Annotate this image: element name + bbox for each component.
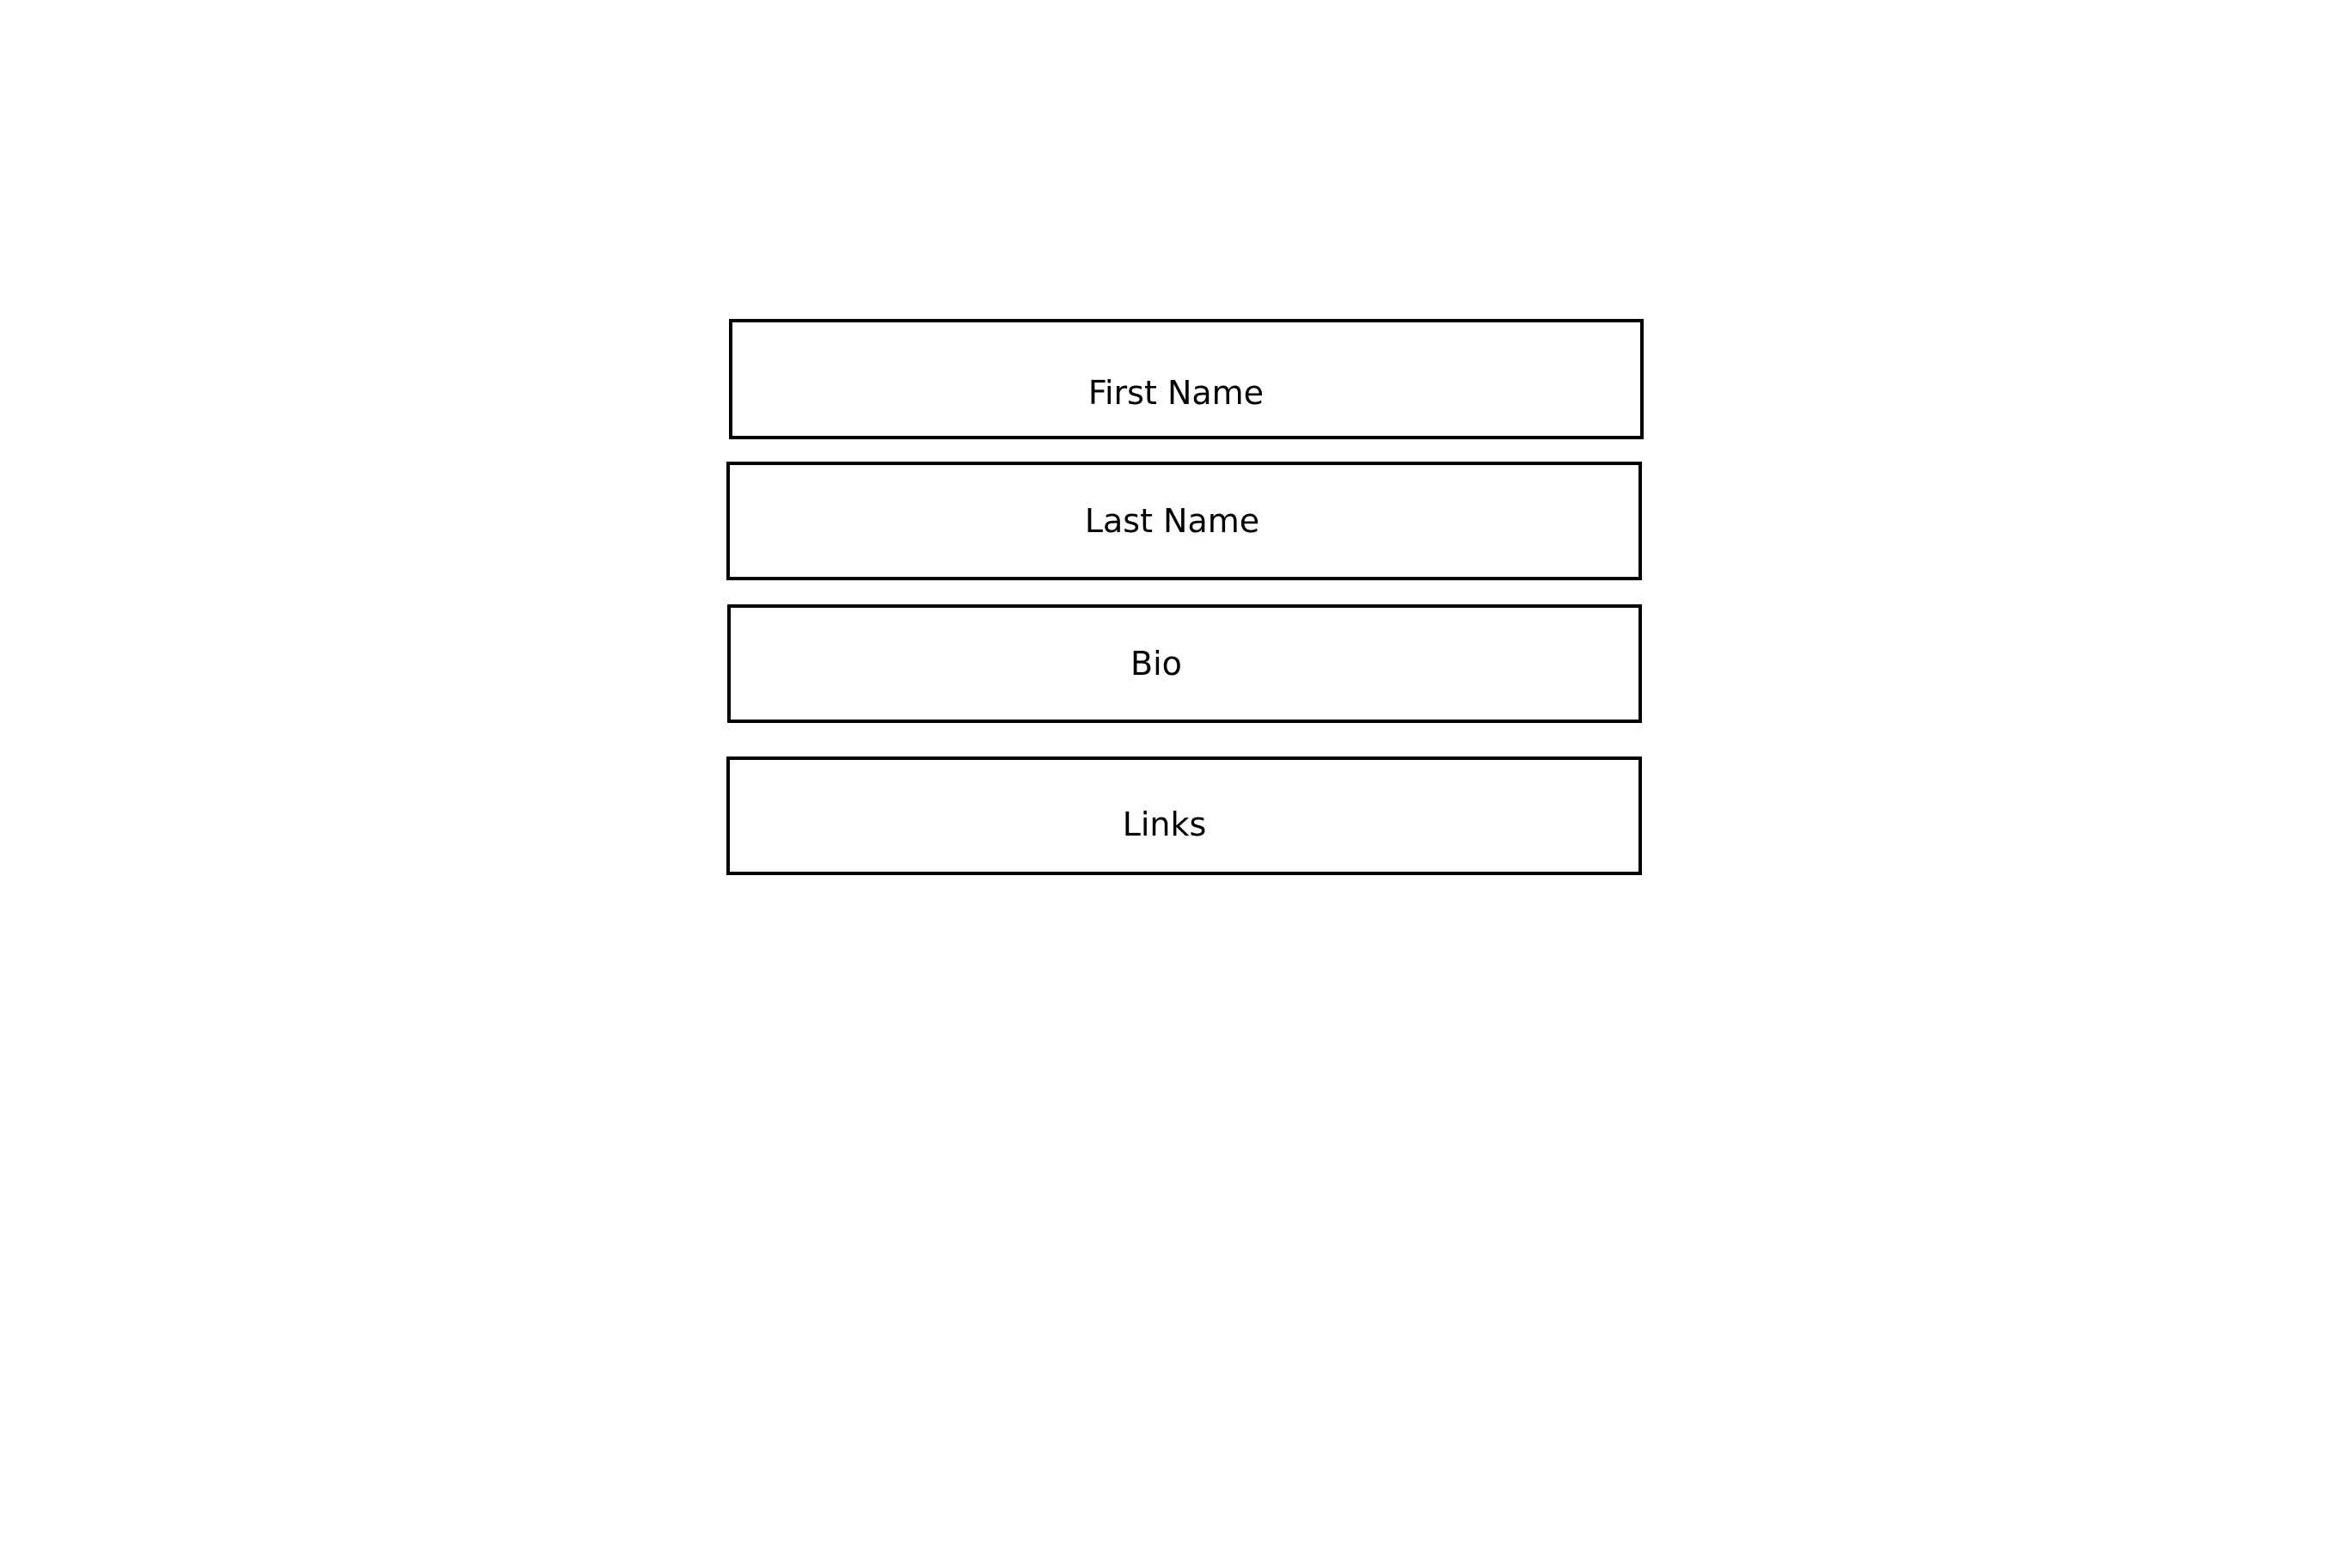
- links-field[interactable]: Links: [726, 756, 1642, 875]
- last-name-label: Last Name: [1084, 502, 1260, 540]
- bio-field[interactable]: Bio: [727, 604, 1642, 723]
- first-name-label: First Name: [1087, 374, 1265, 412]
- last-name-field[interactable]: Last Name: [726, 462, 1642, 580]
- first-name-field[interactable]: First Name: [729, 319, 1644, 439]
- links-label: Links: [1122, 805, 1207, 843]
- bio-label: Bio: [1130, 645, 1182, 683]
- page: { "form": { "fields": [ { "label": "Firs…: [0, 0, 2352, 1568]
